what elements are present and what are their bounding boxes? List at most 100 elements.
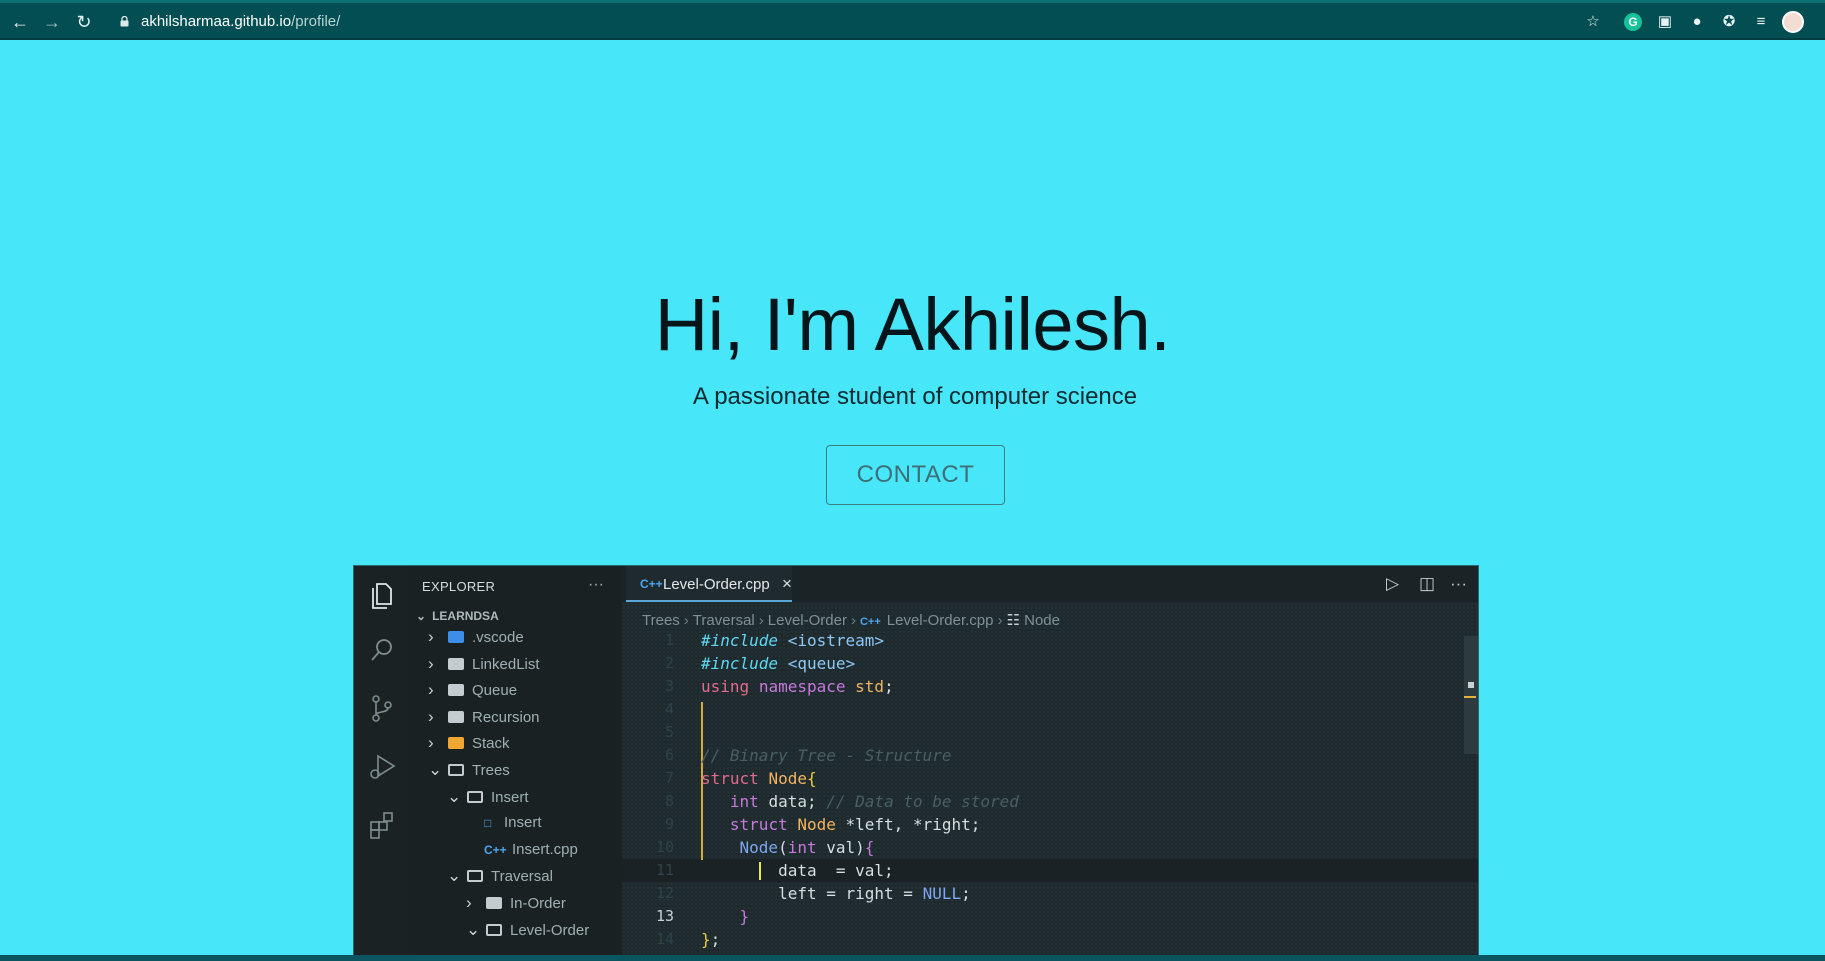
code-text: left = right = NULL;: [778, 884, 971, 903]
breadcrumb-separator: ›: [758, 612, 764, 629]
address-bar[interactable]: akhilsharmaa.github.io/profile/: [141, 13, 340, 30]
screen-capture-extension-icon[interactable]: ▣: [1656, 13, 1674, 31]
profile-avatar[interactable]: [1782, 11, 1804, 33]
tree-item-label: Queue: [472, 682, 518, 700]
tab-label: Level-Order.cpp: [663, 576, 770, 593]
code-text: int data; // Data to be stored: [729, 792, 1019, 811]
folder-icon: [467, 870, 483, 883]
cpp-file-icon: C++: [484, 842, 507, 857]
tree-item: › .vscode: [428, 626, 524, 648]
line-number: 13: [655, 907, 674, 925]
breadcrumb-item: Node: [1024, 612, 1060, 629]
folder-icon: [448, 631, 464, 643]
line-number: 10: [655, 838, 674, 856]
chevron-icon: ⌄: [428, 760, 443, 779]
split-editor-icon: ◫: [1419, 574, 1436, 593]
folder-icon: [467, 790, 483, 803]
puzzle-extensions-icon[interactable]: ✪: [1720, 13, 1738, 31]
code-text: };: [701, 930, 721, 949]
workspace-name: LEARNDSA: [432, 609, 499, 623]
url-host: akhilsharmaa.github.io: [141, 13, 292, 30]
tree-item-label: Trees: [472, 762, 510, 779]
chevron-icon: ⌄: [447, 786, 462, 806]
cpp-file-icon: C++: [640, 577, 663, 591]
text-cursor: [759, 862, 761, 880]
line-number: 6: [664, 746, 674, 764]
line-number: 4: [664, 700, 674, 718]
code-text: }: [739, 907, 750, 926]
chevron-icon: ⌄: [466, 919, 481, 939]
line-number: 12: [655, 884, 674, 902]
grammarly-extension-icon[interactable]: G: [1624, 13, 1642, 31]
chevron-icon: ›: [428, 733, 434, 753]
folder-icon: [448, 710, 464, 723]
line-number: 8: [664, 792, 674, 810]
breadcrumb: Trees › Traversal › Level-Order › C++ Level-Ord…: [642, 611, 1060, 629]
tree-item-label: LinkedList: [472, 655, 540, 673]
tree-item-label: Traversal: [491, 868, 553, 886]
tree-item-label: Stack: [472, 735, 510, 753]
tree-item: › Queue: [428, 679, 517, 701]
run-icon: ▷: [1386, 574, 1400, 593]
breadcrumb-separator: ›: [997, 612, 1003, 629]
hero-title: Hi, I'm Akhilesh.: [654, 283, 1171, 366]
tree-item: › Stack: [428, 732, 510, 754]
contact-button[interactable]: CONTACT: [826, 445, 1005, 505]
line-number: 14: [655, 930, 674, 948]
back-arrow-icon[interactable]: ←: [9, 11, 31, 33]
chevron-icon: ›: [428, 706, 434, 726]
tree-item: › LinkedList: [428, 653, 540, 675]
cpp-file-icon: C++: [859, 616, 881, 628]
code-text: #include <iostream>: [701, 631, 885, 650]
more-actions-icon: ···: [1450, 574, 1467, 593]
code-text: using namespace std;: [701, 677, 894, 696]
tree-item-label: .vscode: [472, 629, 524, 646]
reload-icon[interactable]: ↻: [73, 11, 95, 33]
chevron-icon: ›: [428, 627, 434, 646]
tree-item-label: Recursion: [472, 708, 540, 726]
breadcrumb-separator: ›: [683, 612, 689, 629]
media-queue-icon[interactable]: ≡: [1752, 13, 1770, 31]
tree-item: ⌄ Level-Order: [466, 919, 589, 941]
extension-icon[interactable]: ●: [1688, 13, 1706, 31]
code-text: // Binary Tree - Structure: [701, 746, 952, 765]
editor-scrollbar: [1464, 636, 1478, 754]
activity-bar: [354, 566, 410, 961]
tree-item-label: Level-Order: [510, 921, 590, 939]
hero-subtitle: A passionate student of computer science: [692, 383, 1138, 410]
file-icon: □: [484, 816, 492, 831]
lock-icon: [120, 16, 129, 27]
struct-icon: ☷: [1006, 612, 1025, 629]
tree-item: C++ Insert.cpp: [466, 839, 578, 861]
folder-icon: [448, 657, 464, 670]
breadcrumb-item: Trees: [642, 612, 680, 629]
extensions-icon: [370, 812, 393, 839]
folder-icon: [486, 897, 502, 909]
browser-toolbar: ← → ↻ akhilsharmaa.github.io/profile/ ☆ …: [0, 0, 1825, 40]
explorer-panel: EXPLORER ··· ⌄ LEARNDSA › .vscode › LinkedLi…: [410, 566, 622, 961]
line-number: 11: [655, 861, 674, 879]
editor-area: C++ Level-Order.cpp × ▷ ◫ ··· Trees › Trav…: [622, 566, 1478, 961]
code-text: struct Node *left, *right;: [729, 815, 981, 834]
bookmark-star-icon[interactable]: ☆: [1584, 13, 1602, 31]
files-icon: [372, 583, 392, 609]
tree-item: ⌄ Traversal: [447, 865, 553, 887]
tree-item-label: In-Order: [510, 895, 566, 912]
page-bottom-edge: [0, 955, 1825, 961]
forward-arrow-icon[interactable]: →: [41, 11, 63, 33]
folder-icon: [448, 737, 464, 750]
url-path: /profile/: [291, 13, 341, 30]
breadcrumb-item: Level-Order.cpp: [886, 612, 994, 629]
tree-item: ⌄ Trees: [428, 759, 510, 781]
tree-item-label: Insert: [504, 814, 542, 832]
chevron-icon: ›: [428, 653, 434, 673]
line-number: 2: [664, 654, 674, 672]
tree-item: ⌄ Insert: [447, 786, 529, 808]
scrollbar-thumb: [1468, 682, 1474, 688]
chevron-icon: ›: [466, 893, 472, 912]
breadcrumb-item: Level-Order: [767, 612, 847, 629]
tree-item-label: Insert.cpp: [512, 840, 578, 858]
editor-tab: C++ Level-Order.cpp ×: [626, 566, 792, 602]
chevron-icon: ›: [428, 680, 434, 700]
chevron-icon: ⌄: [447, 866, 462, 886]
